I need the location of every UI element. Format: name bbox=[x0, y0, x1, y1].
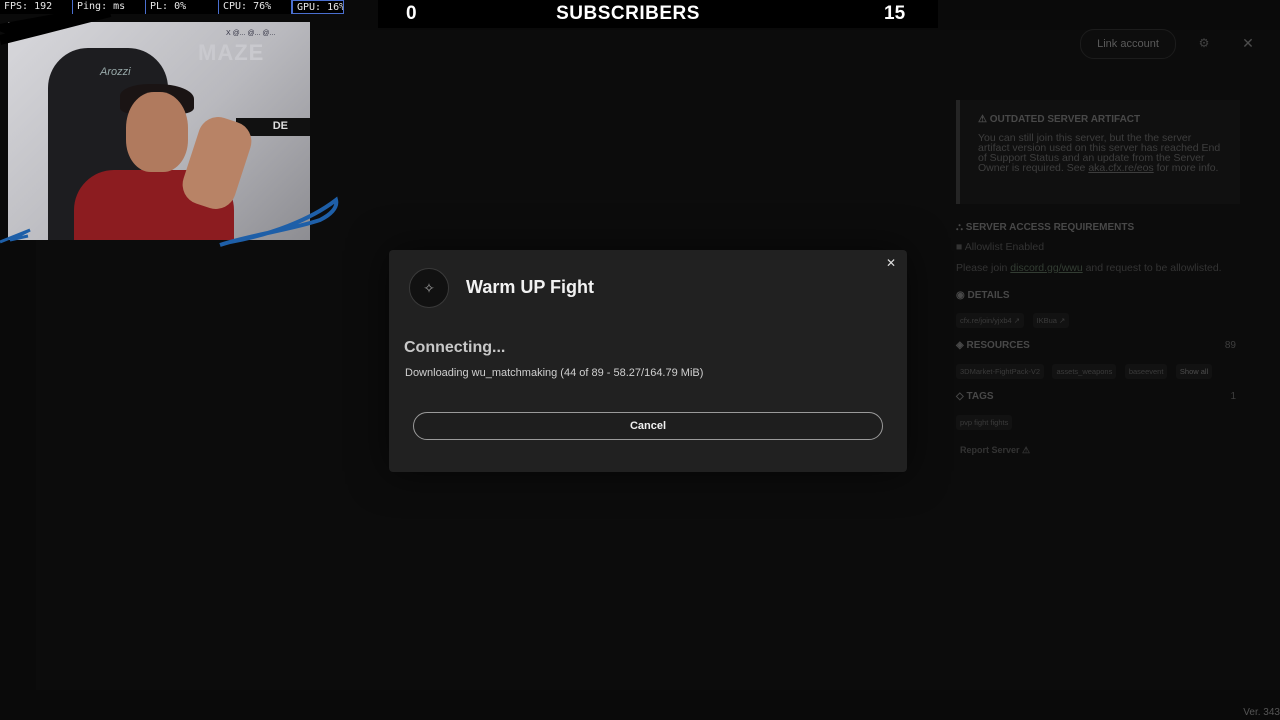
connecting-dialog: ✧ Warm UP Fight ✕ Connecting... Download… bbox=[389, 250, 907, 472]
cancel-button[interactable]: Cancel bbox=[413, 412, 883, 440]
subscriber-counter-bar: 0 SUBSCRIBERS 15 bbox=[378, 0, 938, 28]
ping-stat: Ping: ms bbox=[73, 0, 146, 14]
person-face bbox=[126, 92, 188, 172]
packet-loss-stat: PL: 0% bbox=[146, 0, 219, 14]
server-logo-icon: ✧ bbox=[409, 268, 449, 308]
download-progress: Downloading wu_matchmaking (44 of 89 - 5… bbox=[405, 367, 704, 379]
version-label: Ver. 343 bbox=[1243, 707, 1280, 718]
chair-brand: Arozzi bbox=[100, 66, 131, 78]
server-name: Warm UP Fight bbox=[466, 277, 595, 297]
close-icon[interactable]: ✕ bbox=[883, 255, 899, 271]
blue-scribble-left bbox=[0, 228, 31, 244]
blue-scribble bbox=[219, 196, 339, 247]
gpu-stat: GPU: 16% bbox=[292, 0, 344, 14]
performance-stats-overlay: FPS: 192 Ping: ms PL: 0% CPU: 76% GPU: 1… bbox=[0, 0, 344, 14]
connection-status: Connecting... bbox=[404, 339, 506, 356]
subscriber-goal-count: 15 bbox=[884, 3, 906, 24]
fps-stat: FPS: 192 bbox=[0, 0, 73, 14]
subscriber-title: SUBSCRIBERS bbox=[556, 3, 700, 24]
cpu-stat: CPU: 76% bbox=[219, 0, 292, 14]
